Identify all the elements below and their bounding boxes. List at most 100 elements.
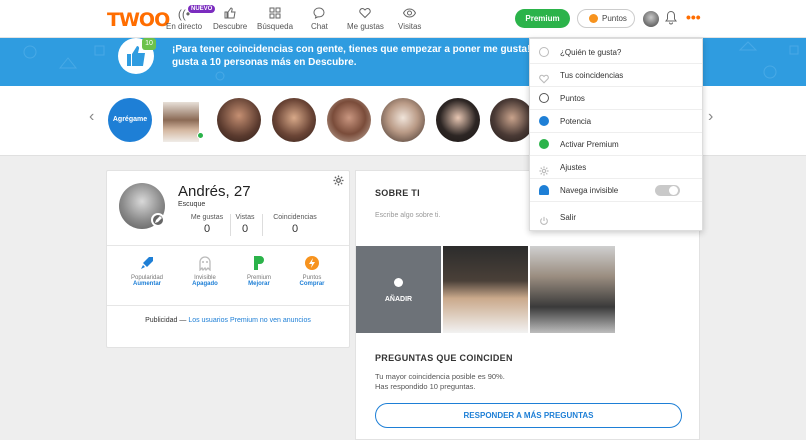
feature-popularity[interactable]: Popularidad Aumentar: [123, 255, 171, 287]
bolt-icon: [304, 255, 320, 271]
nav-chat[interactable]: Chat: [311, 7, 328, 31]
stat-likes-value: 0: [203, 223, 211, 235]
menu-item-settings[interactable]: Ajustes: [530, 156, 702, 179]
stat-views[interactable]: Vistas 0: [232, 214, 258, 235]
menu-item-label: Activar Premium: [560, 140, 619, 149]
menu-item-points[interactable]: Puntos: [530, 87, 702, 110]
banner-line-2: gusta a 10 personas más en Descubre.: [172, 57, 357, 68]
twoo-logo[interactable]: TWOO: [107, 9, 170, 31]
carousel-person[interactable]: [327, 98, 371, 142]
chevron-left-icon[interactable]: ‹: [89, 108, 94, 126]
chevron-right-icon[interactable]: ›: [708, 108, 713, 126]
menu-item-logout[interactable]: Salir: [530, 206, 702, 229]
premium-no-ads-link[interactable]: Los usuarios Premium no ven anuncios: [188, 317, 311, 324]
stat-matches[interactable]: Coincidencias 0: [267, 214, 323, 235]
nav-likes[interactable]: Me gustas: [347, 7, 384, 31]
feature-invisible[interactable]: Invisible Apagado: [181, 255, 229, 287]
menu-item-label: Ajustes: [560, 163, 587, 172]
online-status-dot: [197, 132, 204, 139]
menu-item-who-you-like[interactable]: ¿Quién te gusta?: [530, 41, 702, 64]
carousel-person[interactable]: [272, 98, 316, 142]
carousel-person[interactable]: [217, 98, 261, 142]
new-badge: NUEVO: [188, 5, 216, 13]
nav-search[interactable]: Búsqueda: [257, 7, 293, 31]
add-photo-button[interactable]: AÑADIR: [356, 246, 441, 333]
menu-item-activate-premium[interactable]: Activar Premium: [530, 133, 702, 156]
questions-title: PREGUNTAS QUE COINCIDEN: [375, 353, 513, 363]
feature-points-action[interactable]: Comprar: [288, 281, 336, 287]
divider: [107, 245, 349, 246]
answer-more-button[interactable]: RESPONDER A MÁS PREGUNTAS: [375, 403, 682, 428]
profile-name: Andrés, 27: [178, 183, 251, 200]
ghost-icon: [539, 185, 549, 195]
gear-icon: [539, 162, 549, 176]
nav-visits[interactable]: Visitas: [398, 7, 421, 31]
feature-premium[interactable]: Premium Mejorar: [235, 255, 283, 287]
top-bar: TWOO ((• En directo NUEVO Descubre Búsqu…: [0, 0, 806, 38]
menu-item-boost[interactable]: Potencia: [530, 110, 702, 133]
chat-icon: [311, 7, 328, 21]
ad-notice: Publicidad — Los usuarios Premium no ven…: [107, 317, 349, 324]
feature-points[interactable]: Puntos Comprar: [288, 255, 336, 287]
stat-divider: [230, 214, 231, 236]
invisible-toggle[interactable]: [655, 185, 680, 196]
menu-item-label: Potencia: [560, 117, 592, 126]
stat-matches-label: Coincidencias: [273, 214, 317, 221]
carousel-person[interactable]: [436, 98, 480, 142]
menu-item-label: Puntos: [560, 94, 585, 103]
stat-likes-label: Me gustas: [190, 214, 224, 221]
grid-icon: [257, 7, 293, 21]
heart-icon: [539, 70, 549, 84]
banner-count-badge: 10: [142, 38, 156, 50]
ad-prefix: Publicidad —: [145, 317, 187, 324]
thumb-icon: [213, 7, 247, 21]
edit-pencil-icon[interactable]: [151, 213, 165, 227]
nav-chat-label: Chat: [311, 22, 328, 31]
stat-likes[interactable]: Me gustas 0: [187, 214, 227, 235]
premium-p-icon: [539, 139, 549, 149]
carousel-person[interactable]: [381, 98, 425, 142]
menu-item-matches[interactable]: Tus coincidencias: [530, 64, 702, 87]
add-me-button[interactable]: Agrégame: [108, 98, 152, 142]
add-photo-label: AÑADIR: [384, 296, 413, 303]
carousel-person[interactable]: [490, 98, 534, 142]
ghost-icon: [197, 255, 213, 272]
premium-button[interactable]: Premium: [515, 9, 570, 28]
coin-icon: [589, 14, 598, 23]
profile-photo[interactable]: [443, 246, 528, 333]
carousel-person[interactable]: [163, 102, 199, 142]
banner-text[interactable]: ¡Para tener coincidencias con gente, tie…: [172, 43, 532, 69]
add-dot-icon: [394, 278, 403, 287]
divider: [107, 305, 349, 306]
menu-item-label: Salir: [560, 213, 577, 222]
premium-p-icon: [251, 255, 267, 271]
menu-item-label: Tus coincidencias: [560, 71, 624, 80]
rocket-icon: [139, 255, 155, 271]
points-button[interactable]: Puntos: [577, 9, 635, 28]
more-menu-icon[interactable]: •••: [686, 10, 701, 24]
questions-answered: Has respondido 10 preguntas.: [375, 382, 476, 391]
profile-location: Escuque: [178, 201, 206, 208]
check-circle-icon: [539, 47, 549, 57]
about-title: SOBRE TI: [375, 188, 420, 198]
eye-icon: [398, 7, 421, 21]
account-dropdown-menu: ¿Quién te gusta? Tus coincidencias Punto…: [529, 38, 703, 231]
feature-popularity-action[interactable]: Aumentar: [123, 281, 171, 287]
toggle-knob: [669, 186, 678, 195]
about-input[interactable]: Escribe algo sobre ti.: [375, 212, 440, 219]
stat-views-value: 0: [241, 223, 249, 235]
gear-icon[interactable]: [333, 175, 344, 189]
bell-icon[interactable]: [665, 10, 677, 30]
menu-item-browse-invisible[interactable]: Navega invisible: [530, 179, 702, 202]
profile-card: Andrés, 27 Escuque Me gustas 0 Vistas 0 …: [106, 170, 350, 348]
feature-invisible-action[interactable]: Apagado: [181, 281, 229, 287]
heart-icon: [347, 7, 384, 21]
nav-discover[interactable]: Descubre: [213, 7, 247, 31]
questions-best-match: Tu mayor coincidencia posible es 90%.: [375, 372, 505, 381]
user-avatar[interactable]: [643, 11, 659, 27]
menu-item-label: Navega invisible: [560, 186, 619, 195]
nav-discover-label: Descubre: [213, 22, 248, 31]
feature-premium-action[interactable]: Mejorar: [235, 281, 283, 287]
banner-line-1: ¡Para tener coincidencias con gente, tie…: [172, 44, 532, 55]
profile-photo[interactable]: [530, 246, 615, 333]
